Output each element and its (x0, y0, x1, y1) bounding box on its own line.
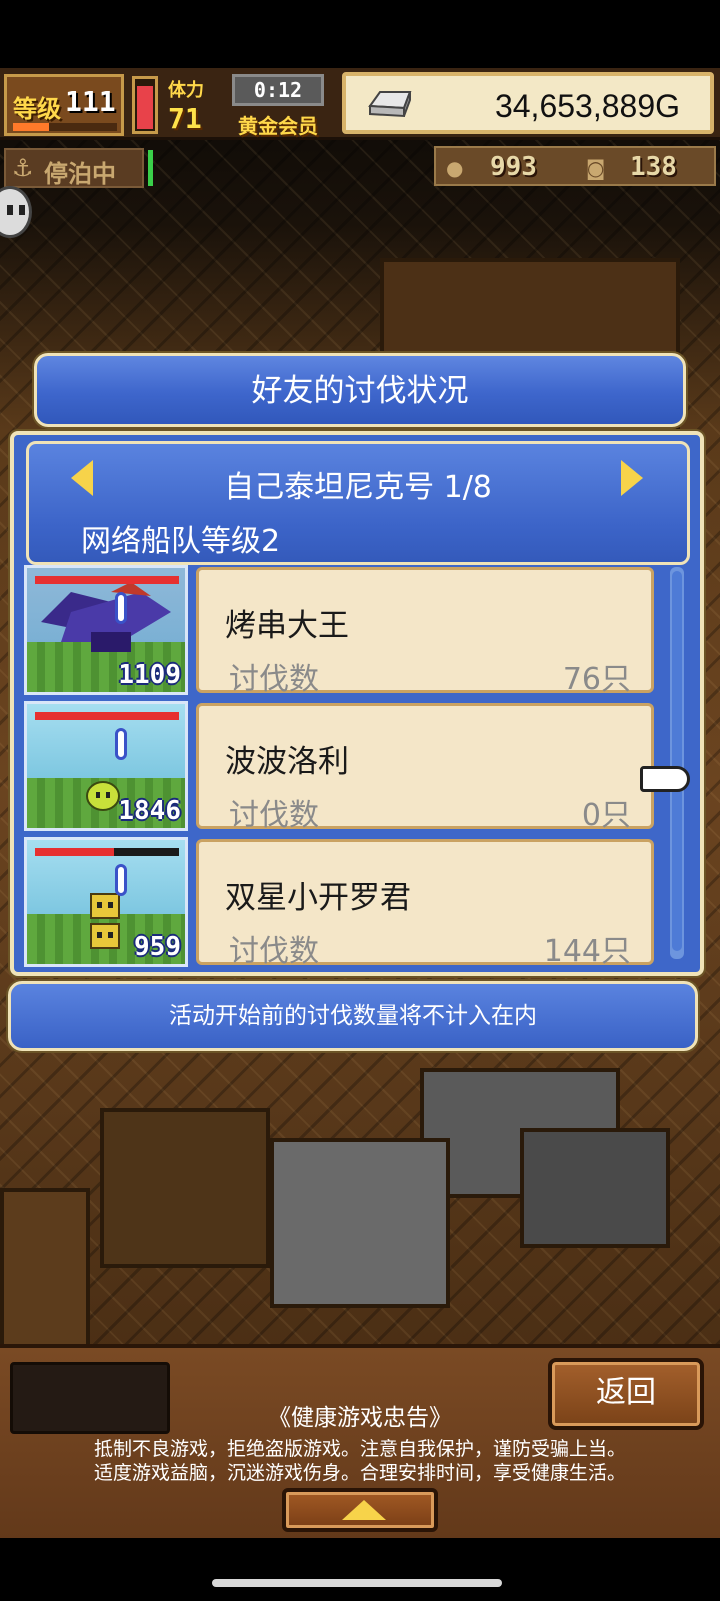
monster-hp-fill (35, 712, 179, 720)
friend-info-card[interactable]: 双星小开罗君 讨伐数 144只 (196, 839, 654, 969)
friend-info-card[interactable]: 烤串大王 讨伐数 76只 (196, 567, 654, 697)
monster-hp-bar (35, 712, 179, 720)
slime-monster-icon (86, 781, 120, 811)
status-bar (0, 0, 720, 68)
chat-eye-icon (19, 205, 25, 215)
scrollbar-thumb[interactable] (672, 571, 682, 951)
stamina-label: 体力 (168, 80, 204, 101)
level-label: 等级 (13, 95, 61, 123)
kill-count-value: 144只 (543, 934, 631, 969)
friend-name: 烤串大王 (225, 608, 349, 644)
bottom-panel: 返回 《健康游戏忠告》 抵制不良游戏，拒绝盗版游戏。注意自我保护，谨防受骗上当。… (0, 1344, 720, 1538)
target-marker-icon (115, 864, 127, 896)
anchor-icon: ⚓ (12, 154, 34, 182)
kill-count-value: 0只 (581, 798, 631, 833)
stamina-vial (132, 76, 158, 134)
health-advisory-line: 适度游戏益脑，沉迷游戏伤身。合理安排时间，享受健康生活。 (93, 1462, 626, 1484)
expand-button[interactable] (282, 1488, 438, 1532)
kill-count-label: 讨伐数 (229, 934, 319, 969)
stamina-value: 71 (168, 102, 202, 135)
membership-badge[interactable]: 黄金会员 (238, 110, 318, 139)
home-indicator[interactable] (212, 1579, 502, 1587)
stamina-fill (137, 85, 153, 129)
target-marker-icon (115, 728, 127, 760)
monster-hp-fill (35, 576, 179, 584)
kill-count-label: 讨伐数 (229, 662, 319, 697)
friend-info-card[interactable]: 波波洛利 讨伐数 0只 (196, 703, 654, 833)
notice-bar: 活动开始前的讨伐数量将不计入在内 (8, 981, 698, 1051)
twin-robot-monster-icon (90, 893, 120, 949)
stamina-timer: 0:12 (232, 74, 324, 106)
meat-icon: ● (446, 156, 464, 180)
coin-icon: ◙ (586, 156, 606, 180)
dialog-title-bar: 好友的讨伐状况 (34, 353, 686, 427)
battle-thumbnail: 959 (24, 837, 188, 967)
friend-row[interactable]: 1846 波波洛利 讨伐数 0只 (24, 701, 666, 833)
level-value: 111 (65, 85, 116, 118)
thumbnail-count: 959 (134, 932, 181, 962)
background-room (270, 1138, 450, 1308)
health-advisory-line: 抵制不良游戏，拒绝盗版游戏。注意自我保护，谨防受骗上当。 (93, 1438, 626, 1460)
fleet-level: 网络船队等级2 (81, 524, 281, 559)
friend-list[interactable]: 1109 烤串大王 讨伐数 76只 1846 波波洛利 讨伐数 0只 959 双… (24, 565, 666, 969)
kill-count-value: 76只 (562, 662, 631, 697)
pointer-hand-icon (640, 766, 690, 792)
battle-thumbnail: 1109 (24, 565, 188, 695)
background-room (100, 1108, 270, 1268)
resource-2-value: 138 (630, 152, 677, 182)
top-hud: 等级 111 体力 71 0:12 黄金会员 34,653,889G (0, 68, 720, 140)
level-progress-fill (13, 123, 50, 131)
level-progress-bar (13, 123, 117, 131)
mooring-label: 停泊中 (44, 160, 116, 188)
next-ship-arrow-icon[interactable] (621, 460, 643, 496)
list-scrollbar[interactable] (670, 567, 684, 959)
health-advisory-title: 《健康游戏忠告》 (268, 1405, 452, 1431)
battle-thumbnail: 1846 (24, 701, 188, 831)
wizard-monster-icon (41, 582, 171, 652)
ship-name: 自己泰坦尼克号 1/8 (224, 470, 492, 505)
level-box: 等级 111 (4, 74, 124, 136)
up-arrow-icon (342, 1500, 386, 1520)
background-room (520, 1128, 670, 1248)
friend-row[interactable]: 1109 烤串大王 讨伐数 76只 (24, 565, 666, 697)
friend-name: 双星小开罗君 (225, 880, 411, 916)
thumbnail-count: 1109 (118, 660, 181, 690)
ship-header: 自己泰坦尼克号 1/8 网络船队等级2 (26, 441, 690, 565)
thumbnail-count: 1846 (118, 796, 181, 826)
navigation-area (0, 1538, 720, 1601)
status-indicator (148, 150, 153, 186)
gold-amount: 34,653,889G (494, 88, 680, 124)
monster-hp-fill (35, 848, 115, 856)
monster-hp-bar (35, 848, 179, 856)
notice-text: 活动开始前的讨伐数量将不计入在内 (169, 1003, 537, 1029)
friend-name: 波波洛利 (225, 744, 349, 780)
silver-ingot-icon (368, 91, 412, 118)
kill-count-label: 讨伐数 (229, 798, 319, 833)
gold-display[interactable]: 34,653,889G (342, 72, 714, 134)
resource-bar: ● 993 ◙ 138 (434, 146, 716, 186)
resource-1-value: 993 (490, 152, 537, 182)
friend-row[interactable]: 959 双星小开罗君 讨伐数 144只 (24, 837, 666, 969)
mooring-status[interactable]: ⚓ 停泊中 (4, 148, 144, 188)
monster-hp-bar (35, 576, 179, 584)
chat-eye-icon (7, 205, 13, 215)
background-room (0, 1188, 90, 1368)
friend-status-panel: 自己泰坦尼克号 1/8 网络船队等级2 1109 烤串大王 讨伐数 76只 18… (10, 431, 704, 976)
dialog-title: 好友的讨伐状况 (251, 373, 469, 409)
target-marker-icon (115, 592, 127, 624)
